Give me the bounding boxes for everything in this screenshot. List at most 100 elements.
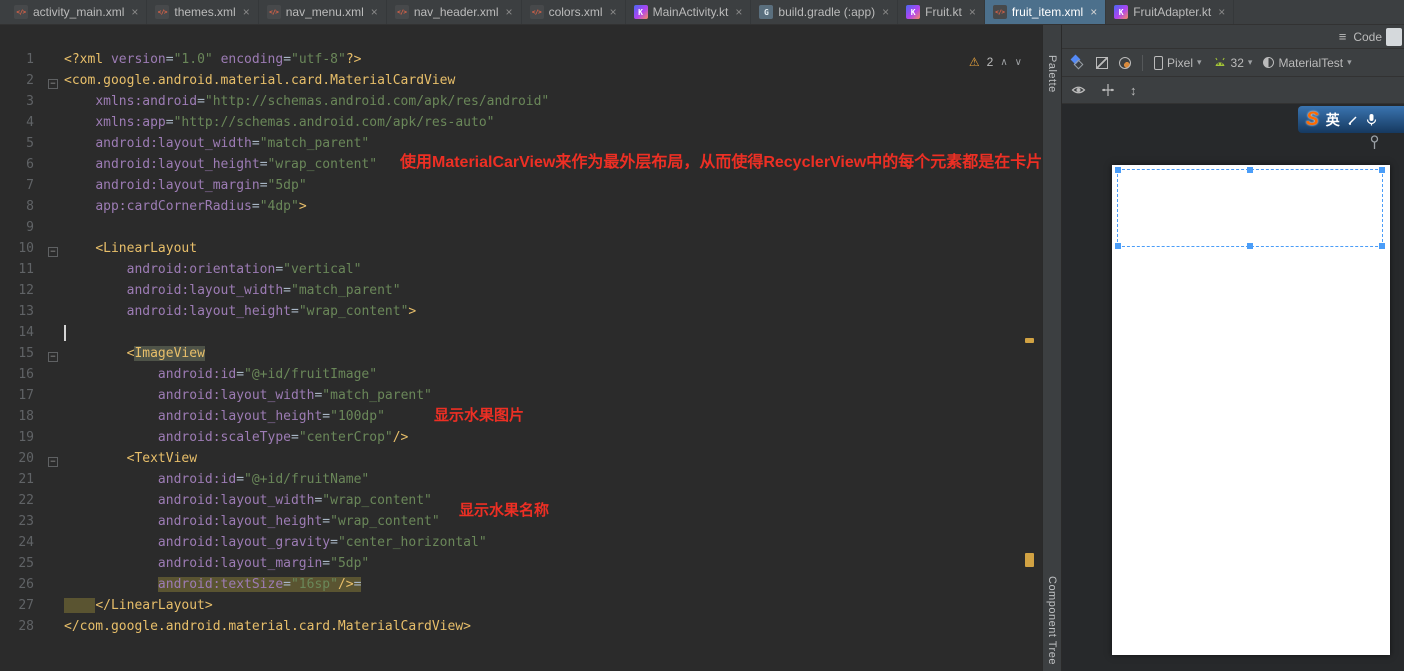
sogou-logo-icon[interactable]: S	[1306, 110, 1319, 129]
ime-pen-icon[interactable]	[1347, 114, 1359, 126]
blueprint-toggle-icon[interactable]	[1096, 56, 1108, 69]
close-tab-icon[interactable]: ×	[506, 5, 513, 19]
line-number: 5	[26, 136, 34, 151]
xml-file-icon: </>	[155, 5, 170, 19]
design-surface-icon[interactable]	[1070, 54, 1085, 70]
code-line[interactable]: 1 <?xml version="1.0" encoding="utf-8"?>	[0, 52, 1042, 73]
code-line[interactable]: 15− <ImageView	[0, 346, 1042, 367]
editor-tab[interactable]: </> colors.xml ×	[522, 0, 626, 24]
line-number: 9	[26, 220, 34, 235]
code-line[interactable]: 12 android:layout_width="match_parent"	[0, 283, 1042, 304]
palette-stripe-button[interactable]: Palette	[1046, 55, 1058, 93]
device-selector[interactable]: Pixel ▾	[1154, 55, 1202, 70]
editor-tab[interactable]: </> nav_header.xml ×	[387, 0, 522, 24]
editor-tab[interactable]: </> fruit_item.xml ×	[984, 0, 1107, 24]
resize-handle[interactable]	[1115, 243, 1121, 249]
code-line[interactable]: 7 android:layout_margin="5dp"	[0, 178, 1042, 199]
code-line[interactable]: 25 android:layout_margin="5dp"	[0, 556, 1042, 577]
ime-language-toggle[interactable]: 英	[1326, 110, 1340, 130]
gutter-fold-column	[46, 430, 64, 451]
fold-toggle-icon[interactable]: −	[48, 352, 58, 362]
line-number: 2	[26, 73, 34, 88]
tab-label: colors.xml	[548, 5, 603, 19]
editor-tab[interactable]: K MainActivity.kt ×	[626, 0, 752, 24]
view-options-eye-icon[interactable]	[1071, 83, 1086, 97]
editor-tab[interactable]: </> nav_menu.xml ×	[259, 0, 387, 24]
editor-tab[interactable]: K FruitAdapter.kt ×	[1106, 0, 1235, 24]
ime-mic-icon[interactable]	[1366, 113, 1377, 126]
code-line[interactable]: 13 android:layout_height="wrap_content">	[0, 304, 1042, 325]
close-tab-icon[interactable]: ×	[882, 5, 889, 19]
fold-toggle-icon[interactable]: −	[48, 79, 58, 89]
design-preview-canvas[interactable]	[1112, 165, 1390, 655]
code-line[interactable]: 26 android:textSize="16sp"/>=	[0, 577, 1042, 598]
warning-stripe-mark[interactable]	[1025, 338, 1034, 343]
code-line[interactable]: 19 android:scaleType="centerCrop"/>	[0, 430, 1042, 451]
api-selector[interactable]: 32 ▾	[1213, 56, 1252, 70]
line-number: 15	[18, 346, 34, 361]
editor-tab-bar: </> activity_main.xml × </> themes.xml × </> na…	[0, 0, 1404, 25]
editor-tab[interactable]: </> themes.xml ×	[147, 0, 259, 24]
code-editor[interactable]: 1 <?xml version="1.0" encoding="utf-8"?> 2…	[0, 25, 1042, 671]
tab-label: activity_main.xml	[33, 5, 125, 19]
resize-handle[interactable]	[1247, 167, 1253, 173]
close-tab-icon[interactable]: ×	[735, 5, 742, 19]
align-icon[interactable]	[1101, 83, 1115, 97]
close-tab-icon[interactable]: ×	[131, 5, 138, 19]
code-line[interactable]: 16 android:id="@+id/fruitImage"	[0, 367, 1042, 388]
prev-warning-button[interactable]: ∧	[1000, 57, 1007, 68]
warning-stripe-mark[interactable]	[1025, 553, 1034, 567]
code-line[interactable]: 14	[0, 325, 1042, 346]
line-number: 11	[18, 262, 34, 277]
line-number: 7	[26, 178, 34, 193]
resize-handle[interactable]	[1379, 167, 1385, 173]
close-tab-icon[interactable]: ×	[243, 5, 250, 19]
editor-tab[interactable]: Gbuild.gradle (:app) ×	[751, 0, 899, 24]
code-line[interactable]: 10− <LinearLayout	[0, 241, 1042, 262]
code-mode-button[interactable]: Code	[1353, 30, 1382, 44]
code-line[interactable]: 11 android:orientation="vertical"	[0, 262, 1042, 283]
color-actions-icon[interactable]	[1119, 56, 1131, 69]
close-tab-icon[interactable]: ×	[1218, 5, 1225, 19]
gutter-fold-column	[46, 514, 64, 535]
close-tab-icon[interactable]: ×	[610, 5, 617, 19]
component-tree-stripe-button[interactable]: Component Tree	[1046, 576, 1058, 665]
line-number: 21	[18, 472, 34, 487]
close-tab-icon[interactable]: ×	[1090, 5, 1097, 19]
editor-tab[interactable]: K Fruit.kt ×	[898, 0, 985, 24]
theme-selector[interactable]: MaterialTest ▾	[1263, 56, 1352, 70]
close-tab-icon[interactable]: ×	[969, 5, 976, 19]
next-warning-button[interactable]: ∨	[1015, 57, 1022, 68]
kotlin-file-icon: K	[633, 5, 648, 19]
split-mode-button[interactable]	[1386, 28, 1402, 46]
fold-toggle-icon[interactable]: −	[48, 247, 58, 257]
editor-tab[interactable]: </> activity_main.xml ×	[6, 0, 148, 24]
code-line[interactable]: 4 xmlns:app="http://schemas.android.com/…	[0, 115, 1042, 136]
code-lines[interactable]: 1 <?xml version="1.0" encoding="utf-8"?> 2…	[0, 52, 1042, 640]
code-line[interactable]: 2− <com.google.android.material.card.Mate…	[0, 73, 1042, 94]
close-tab-icon[interactable]: ×	[371, 5, 378, 19]
fold-toggle-icon[interactable]: −	[48, 457, 58, 467]
code-line[interactable]: 9	[0, 220, 1042, 241]
code-line[interactable]: 20− <TextView	[0, 451, 1042, 472]
pan-pin-icon[interactable]	[1369, 135, 1380, 150]
kotlin-file-icon: K	[906, 5, 921, 19]
code-line[interactable]: 21 android:id="@+id/fruitName"	[0, 472, 1042, 493]
gutter-fold-column	[46, 220, 64, 241]
expand-vertical-icon[interactable]: ↕	[1130, 83, 1137, 98]
resize-handle[interactable]	[1379, 243, 1385, 249]
resize-handle[interactable]	[1115, 167, 1121, 173]
gutter-fold-column	[46, 304, 64, 325]
selected-view-highlight[interactable]	[1115, 167, 1385, 249]
code-line[interactable]: 24 android:layout_gravity="center_horizo…	[0, 535, 1042, 556]
code-line[interactable]: 27 </LinearLayout>	[0, 598, 1042, 619]
gutter-fold-column	[46, 178, 64, 199]
gradle-file-icon: G	[759, 5, 774, 19]
code-line[interactable]: 8 app:cardCornerRadius="4dp">	[0, 199, 1042, 220]
code-mode-icon: ≡	[1338, 29, 1347, 44]
code-line[interactable]: 3 xmlns:android="http://schemas.android.…	[0, 94, 1042, 115]
resize-handle[interactable]	[1247, 243, 1253, 249]
ime-toolbar: S 英	[1298, 106, 1404, 133]
gutter-fold-column	[46, 136, 64, 157]
code-line[interactable]: 28 </com.google.android.material.card.Mat…	[0, 619, 1042, 640]
